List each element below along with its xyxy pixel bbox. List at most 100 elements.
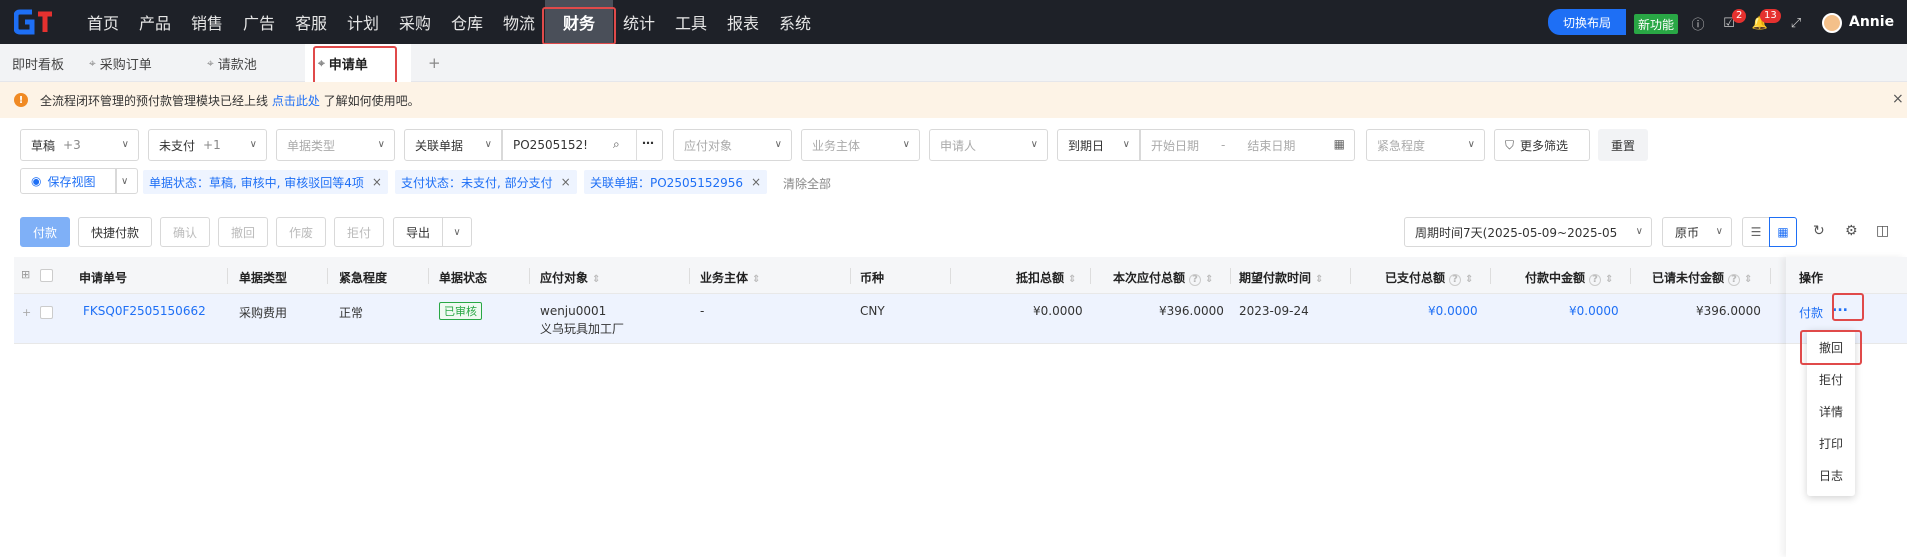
due-date-select[interactable]: 到期日 ∨ — [1057, 129, 1140, 161]
cell-paid[interactable]: ¥0.0000 — [1428, 304, 1478, 318]
nav-product[interactable]: 产品 — [129, 0, 181, 44]
col-paying[interactable]: 付款中金额? ⇕ — [1525, 269, 1613, 286]
avatar[interactable] — [1822, 13, 1842, 33]
gear-icon[interactable]: ⚙ — [1845, 223, 1858, 239]
nav-tools[interactable]: 工具 — [665, 0, 717, 44]
nav-service[interactable]: 客服 — [285, 0, 337, 44]
table-row[interactable]: + FKSQ0F2505150662 采购费用 正常 已审核 wenju0001… — [14, 294, 1786, 344]
currency-select[interactable]: 原币 ∨ — [1662, 217, 1732, 247]
row-pay-link[interactable]: 付款 — [1799, 304, 1823, 321]
menu-print[interactable]: 打印 — [1807, 435, 1855, 452]
nav-system[interactable]: 系统 — [769, 0, 821, 44]
urgency-filter[interactable]: 紧急程度 ∨ — [1366, 129, 1485, 161]
sort-icon: ⇕ — [592, 274, 601, 285]
col-divider — [1350, 268, 1351, 284]
filter-value: 草稿 — [31, 138, 56, 153]
col-payable[interactable]: 本次应付总额? ⇕ — [1113, 269, 1213, 286]
view-dropdown[interactable]: ∨ — [116, 168, 138, 194]
tab-label: 请款池 — [217, 57, 257, 73]
user-name[interactable]: Annie — [1849, 14, 1894, 30]
nav-warehouse[interactable]: 仓库 — [441, 0, 493, 44]
applicant-filter[interactable]: 申请人 ∨ — [929, 129, 1048, 161]
warning-icon: ! — [14, 93, 28, 107]
expand-row-icon[interactable]: + — [22, 306, 31, 319]
columns-icon[interactable]: ◫ — [1876, 223, 1889, 239]
add-tab-button[interactable]: + — [428, 44, 441, 82]
search-icon[interactable]: ⌕ — [613, 137, 620, 152]
close-icon[interactable]: × — [1892, 91, 1904, 107]
close-icon[interactable]: × — [561, 175, 571, 189]
reject-button[interactable]: 拒付 — [334, 217, 384, 247]
withdraw-button[interactable]: 撤回 — [218, 217, 268, 247]
related-doc-select[interactable]: 关联单据 ∨ — [404, 129, 502, 161]
pay-status-filter[interactable]: 未支付 +1 ∨ — [148, 129, 267, 161]
export-dropdown[interactable]: ∨ — [442, 217, 472, 247]
nav-stats[interactable]: 统计 — [613, 0, 665, 44]
tab-purchase-order[interactable]: ⌖ 采购订单 — [89, 44, 152, 82]
export-button[interactable]: 导出 — [393, 217, 443, 247]
list-view-icon[interactable]: ☰ — [1742, 217, 1770, 247]
nav-ads[interactable]: 广告 — [233, 0, 285, 44]
col-paid[interactable]: 已支付总额? ⇕ — [1385, 269, 1473, 286]
doc-type-filter[interactable]: 单据类型 ∨ — [276, 129, 395, 161]
notice-link[interactable]: 点击此处 — [272, 94, 320, 108]
grid-view-icon[interactable]: ▦ — [1769, 217, 1797, 247]
refresh-icon[interactable]: ↻ — [1813, 223, 1825, 239]
tab-dashboard[interactable]: 即时看板 — [12, 44, 64, 82]
menu-reject[interactable]: 拒付 — [1807, 371, 1855, 388]
app-logo-icon[interactable] — [14, 8, 64, 36]
payee-filter[interactable]: 应付对象 ∨ — [673, 129, 792, 161]
fullscreen-icon[interactable]: ⤢ — [1788, 15, 1804, 31]
cell-paying[interactable]: ¥0.0000 — [1569, 304, 1619, 318]
related-doc-input[interactable]: PO2505152! ⌕ ⋯ — [502, 129, 663, 161]
nav-purchase[interactable]: 采购 — [389, 0, 441, 44]
cell-type: 采购费用 — [239, 306, 288, 320]
confirm-button[interactable]: 确认 — [160, 217, 210, 247]
cell-payee-code: wenju0001 — [540, 304, 607, 318]
void-button[interactable]: 作废 — [276, 217, 326, 247]
nav-plan[interactable]: 计划 — [337, 0, 389, 44]
tab-label: 采购订单 — [99, 57, 152, 73]
nav-reports[interactable]: 报表 — [717, 0, 769, 44]
row-more-icon[interactable]: ... — [1832, 299, 1848, 315]
chevron-down-icon: ∨ — [1122, 139, 1130, 150]
expand-all-icon[interactable]: ⊞ — [21, 268, 30, 281]
row-checkbox[interactable] — [40, 306, 53, 319]
close-icon[interactable]: × — [372, 175, 382, 189]
period-select[interactable]: 周期时间7天(2025-05-09~2025-05 ∨ — [1404, 217, 1652, 247]
tab-application[interactable]: ⌖ 申请单 — [305, 44, 411, 82]
menu-withdraw[interactable]: 撤回 — [1807, 339, 1855, 356]
menu-log[interactable]: 日志 — [1807, 467, 1855, 484]
nav-finance[interactable]: 财务 — [542, 0, 616, 45]
nav-logistics[interactable]: 物流 — [493, 0, 545, 44]
reset-button[interactable]: 重置 — [1598, 129, 1648, 161]
more-filter-button[interactable]: ⛉ 更多筛选 — [1494, 129, 1590, 161]
nav-sales[interactable]: 销售 — [181, 0, 233, 44]
quick-pay-button[interactable]: 快捷付款 — [78, 217, 152, 247]
clear-all-link[interactable]: 清除全部 — [783, 175, 831, 192]
doc-status-filter[interactable]: 草稿 +3 ∨ — [20, 129, 139, 161]
application-id-link[interactable]: FKSQ0F2505150662 — [83, 304, 206, 318]
new-feature-button[interactable]: 新功能 — [1634, 14, 1678, 34]
col-unpaid[interactable]: 已请未付金额? ⇕ — [1652, 269, 1752, 286]
col-payee[interactable]: 应付对象 ⇕ — [540, 269, 600, 286]
col-entity[interactable]: 业务主体 ⇕ — [700, 269, 760, 286]
chevron-down-icon: ∨ — [121, 175, 129, 187]
pay-button[interactable]: 付款 — [20, 217, 70, 247]
col-divider — [1770, 268, 1771, 284]
select-all-checkbox[interactable] — [40, 269, 53, 282]
switch-layout-button[interactable]: 切换布局 — [1548, 9, 1626, 35]
entity-filter[interactable]: 业务主体 ∨ — [801, 129, 920, 161]
save-view-button[interactable]: ◉ 保存视图 — [20, 168, 116, 194]
col-expected-date[interactable]: 期望付款时间 ⇕ — [1239, 269, 1323, 286]
col-divider — [850, 268, 851, 284]
info-circle-icon[interactable]: ⓘ — [1690, 15, 1706, 33]
tab-payment-pool[interactable]: ⌖ 请款池 — [207, 44, 257, 82]
date-range-input[interactable]: 开始日期 - 结束日期 ▦ — [1140, 129, 1355, 161]
close-icon[interactable]: × — [751, 175, 761, 189]
cell-payable: ¥396.0000 — [1159, 304, 1224, 318]
menu-detail[interactable]: 详情 — [1807, 403, 1855, 420]
nav-home[interactable]: 首页 — [77, 0, 129, 44]
col-deduction[interactable]: 抵扣总额 ⇕ — [1016, 269, 1076, 286]
more-icon[interactable]: ⋯ — [642, 136, 654, 150]
